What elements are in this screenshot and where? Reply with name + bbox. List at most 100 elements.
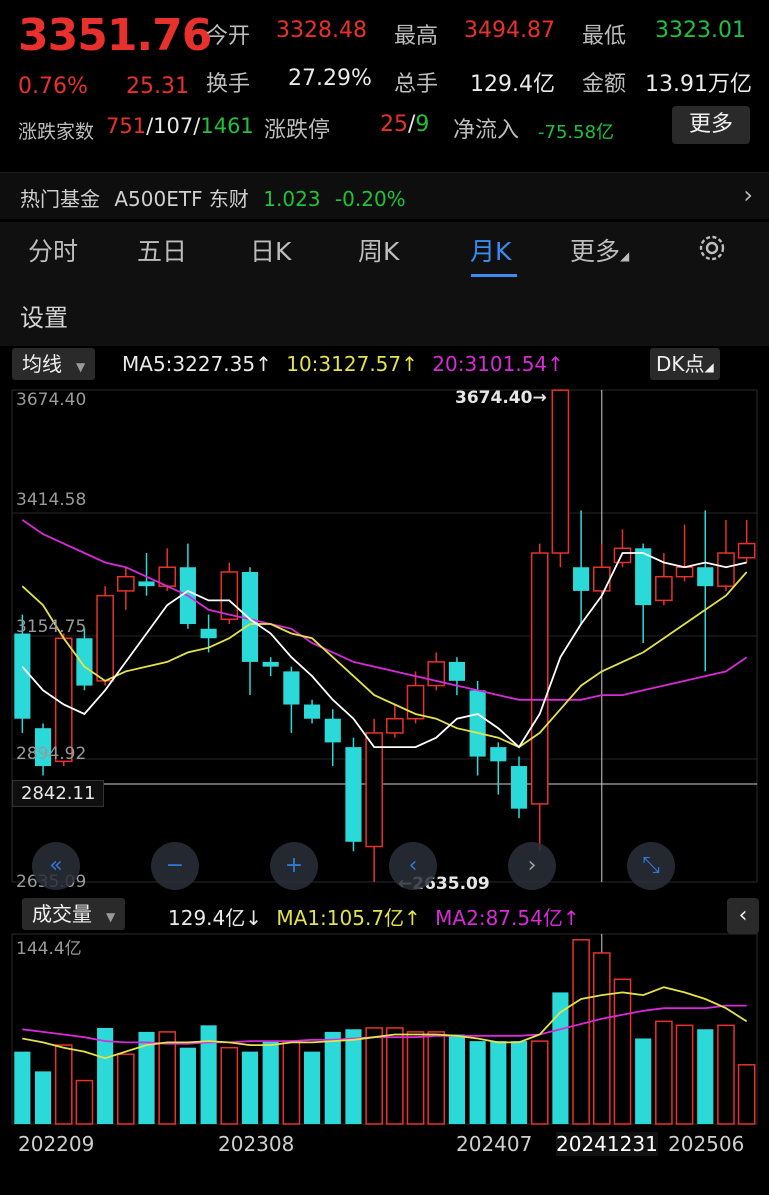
dk-caret-icon: ◢ bbox=[704, 360, 714, 374]
volume-bar-down bbox=[14, 1051, 31, 1124]
date-label-5: 202506 bbox=[668, 1132, 745, 1156]
fullscreen-icon[interactable]: ⤡ bbox=[627, 842, 675, 890]
volume-bar-up bbox=[406, 1031, 425, 1125]
volume-bar-up bbox=[158, 1031, 177, 1125]
collapse-panel-icon[interactable]: ‹ bbox=[727, 898, 759, 934]
open-label: 今开 bbox=[206, 24, 251, 49]
scroll-left-icon[interactable]: ‹ bbox=[389, 842, 437, 890]
volume-bar-down bbox=[345, 1029, 362, 1124]
volume-bar-up bbox=[717, 1024, 735, 1125]
ma20-value: 20:3101.54 bbox=[432, 352, 548, 376]
volume-bar-down bbox=[34, 1071, 52, 1124]
volume-ma2-line bbox=[22, 1004, 747, 1045]
date-label-2: 202308 bbox=[218, 1132, 295, 1156]
breadth-label: 涨跌家数 bbox=[18, 121, 95, 143]
candle-body-down bbox=[138, 581, 155, 587]
hot-fund-info: 热门基金 A500ETF 东财 1.023 -0.20% bbox=[20, 183, 406, 212]
volume-bar-up bbox=[737, 1064, 756, 1125]
tab-more-label: 更多 bbox=[570, 237, 621, 266]
hot-fund-name: A500ETF 东财 bbox=[114, 187, 249, 211]
tab-intraday[interactable]: 分时 bbox=[28, 232, 78, 268]
volume-bar-up bbox=[386, 1027, 404, 1125]
dropdown-caret-icon: ▼ bbox=[76, 360, 86, 374]
ma20-line bbox=[21, 519, 748, 701]
tab-monthly-k[interactable]: 月K bbox=[470, 232, 511, 268]
price-axis-2: 3414.58 bbox=[16, 490, 87, 510]
volume-bar-down bbox=[448, 1034, 466, 1124]
netflow-label: 净流入 bbox=[453, 118, 520, 143]
volume-bar-up bbox=[572, 939, 590, 1125]
gear-icon[interactable] bbox=[696, 232, 728, 270]
candle-body-up bbox=[530, 552, 549, 805]
volume-indicator-dropdown[interactable]: 成交量 ▼ bbox=[22, 898, 126, 930]
volume-down-arrow-icon: ↓ bbox=[245, 906, 263, 930]
amount-label: 金额 bbox=[582, 72, 627, 97]
price-axis-3: 3154.75 bbox=[16, 617, 87, 637]
limit-down: 9 bbox=[415, 112, 430, 137]
zoom-in-icon[interactable]: + bbox=[270, 842, 318, 890]
candle-body-down bbox=[490, 747, 507, 762]
ma10-up-arrow-icon: ↑ bbox=[401, 352, 418, 376]
candle-body-up bbox=[675, 566, 694, 578]
volume-bar-up bbox=[75, 1079, 94, 1125]
volume-ma2-value: MA2:87.54亿 bbox=[435, 906, 563, 930]
price-axis-top: 3674.40 bbox=[16, 390, 87, 410]
candle-body-up bbox=[717, 552, 735, 587]
high-value: 3494.87 bbox=[464, 18, 555, 43]
volume-bar-up bbox=[427, 1031, 446, 1125]
volume-indicator-label: 成交量 bbox=[32, 902, 92, 926]
breadth-counts: 751/107/1461 bbox=[106, 114, 254, 138]
ma5-up-arrow-icon: ↑ bbox=[255, 352, 272, 376]
volume-bar-up bbox=[675, 1024, 694, 1125]
limit-counts: 25/9 bbox=[380, 112, 430, 137]
candle-body-down bbox=[469, 690, 486, 757]
volume-ma-values: 129.4亿↓ MA1:105.7亿↑ MA2:87.54亿↑ bbox=[168, 902, 580, 931]
tab-five-day[interactable]: 五日 bbox=[137, 232, 187, 268]
open-value: 3328.48 bbox=[276, 18, 367, 43]
date-label-1: 202209 bbox=[18, 1132, 95, 1156]
limit-up: 25 bbox=[380, 112, 408, 137]
hot-fund-price: 1.023 bbox=[263, 187, 321, 211]
hot-fund-bar[interactable]: 热门基金 A500ETF 东财 1.023 -0.20% › bbox=[0, 172, 769, 219]
breadth-up: 751 bbox=[106, 114, 147, 138]
volume-bar-down bbox=[200, 1025, 217, 1124]
volume-label: 总手 bbox=[394, 72, 439, 97]
volume-bar-up bbox=[655, 1020, 673, 1125]
tab-more[interactable]: 更多◢ bbox=[570, 232, 629, 268]
scroll-left-fast-icon[interactable]: « bbox=[32, 842, 80, 890]
date-label-crosshair: 20241231 bbox=[556, 1132, 658, 1156]
turnover-value: 27.29% bbox=[288, 66, 372, 91]
ma-type-dropdown[interactable]: 均线 ▼ bbox=[12, 348, 96, 380]
breadth-down: 1461 bbox=[200, 114, 254, 138]
candle-body-down bbox=[635, 548, 652, 606]
zoom-out-icon[interactable]: − bbox=[151, 842, 199, 890]
candle-body-down bbox=[573, 567, 590, 591]
price-chart[interactable] bbox=[0, 386, 769, 894]
candle-body-up bbox=[386, 717, 404, 734]
change-absolute: 25.31 bbox=[126, 74, 189, 99]
candle-body-up bbox=[116, 575, 135, 592]
tab-more-caret-icon: ◢ bbox=[620, 249, 630, 263]
tab-daily-k[interactable]: 日K bbox=[250, 232, 291, 268]
volume-chart[interactable] bbox=[0, 930, 769, 1130]
tab-weekly-k[interactable]: 周K bbox=[358, 232, 399, 268]
candle-body-down bbox=[345, 747, 362, 842]
ma5-value: MA5:3227.35 bbox=[122, 352, 256, 376]
high-label: 最高 bbox=[394, 24, 439, 49]
ma20-up-arrow-icon: ↑ bbox=[547, 352, 564, 376]
candle-body-down bbox=[324, 718, 341, 743]
more-button[interactable]: 更多 bbox=[672, 106, 750, 144]
chevron-right-icon: › bbox=[743, 181, 753, 209]
dk-point-button[interactable]: DK点◢ bbox=[650, 348, 720, 380]
volume-bar-down bbox=[510, 1041, 528, 1124]
volume-bar-down bbox=[490, 1041, 507, 1124]
scroll-right-icon[interactable]: › bbox=[508, 842, 556, 890]
ma-values: MA5:3227.35↑ 10:3127.57↑ 20:3101.54↑ bbox=[122, 352, 564, 376]
hot-fund-change: -0.20% bbox=[334, 187, 406, 211]
max-price-annotation: 3674.40→ bbox=[455, 388, 547, 408]
breadth-flat: 107 bbox=[153, 114, 194, 138]
candle-body-down bbox=[262, 661, 279, 667]
volume-ma1-up-arrow-icon: ↑ bbox=[404, 906, 421, 930]
settings-link[interactable]: 设置 bbox=[20, 298, 68, 333]
candle-body-up bbox=[592, 566, 611, 592]
